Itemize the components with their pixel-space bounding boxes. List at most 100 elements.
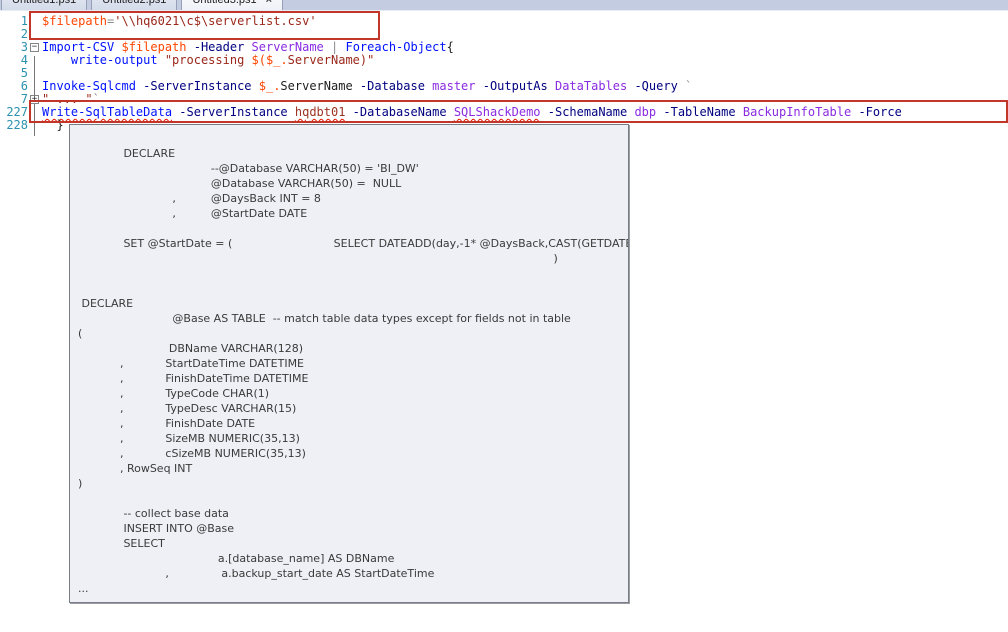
sql-line: , SizeMB NUMERIC(35,13) <box>71 432 300 445</box>
code-token: hqdbt01 <box>294 105 346 119</box>
fold-margin: + <box>28 93 42 106</box>
code-token: DataTables <box>547 79 628 93</box>
code-token: -ServerInstance <box>172 105 295 119</box>
sql-line: SET @StartDate = ( SELECT DATEADD(day,-1… <box>123 237 629 250</box>
code-token: ServerName <box>244 40 324 54</box>
code-text: Invoke-Sqlcmd -ServerInstance $_.ServerN… <box>42 80 692 93</box>
code-line[interactable]: 6 Invoke-Sqlcmd -ServerInstance $_.Server… <box>0 80 902 93</box>
tab-untitled1-ps1[interactable]: Untitled1.ps1 <box>1 0 88 10</box>
sql-line: @Base AS TABLE -- match table data types… <box>71 312 571 325</box>
code-token: $($_. <box>251 53 288 67</box>
code-token: -Header <box>186 40 245 54</box>
code-token: Foreach-Object <box>345 40 447 54</box>
code-token: BackupInfoTable <box>742 105 852 119</box>
fold-marker-collapse-icon[interactable]: − <box>30 43 39 52</box>
code-token: -TableName <box>656 105 743 119</box>
sql-line: --@Database VARCHAR(50) = 'BI_DW' <box>71 162 419 175</box>
code-token: -OutputAs <box>475 79 548 93</box>
sql-line: ( <box>71 327 83 340</box>
sql-line: SELECT <box>71 537 165 550</box>
sql-line: ) <box>71 477 83 490</box>
sql-line: , RowSeq INT <box>71 462 193 475</box>
sql-query-tooltip: DECLARE --@Database VARCHAR(50) = 'BI_DW… <box>69 124 629 603</box>
sql-line: , FinishDate DATE <box>71 417 256 430</box>
code-token: Invoke-Sqlcmd <box>42 79 136 93</box>
code-line[interactable]: 1 $filepath='\\hq6021\c$\serverlist.csv' <box>0 15 902 28</box>
fold-margin <box>28 28 42 41</box>
sql-line: -- collect base data <box>71 507 229 520</box>
code-token: master <box>424 79 476 93</box>
code-token: } <box>42 118 64 132</box>
code-token: -ServerInstance <box>135 79 252 93</box>
code-token: Write-SqlTableData <box>42 105 173 119</box>
sql-line: @Database VARCHAR(50) = NULL <box>71 177 402 190</box>
tab-label: Untitled2.ps1 <box>102 0 166 6</box>
code-token: ServerName)" <box>287 53 375 67</box>
code-token: '\\hq6021\c$\serverlist.csv' <box>114 14 317 28</box>
code-token: ` <box>92 92 100 106</box>
sql-line <box>71 281 628 296</box>
sql-query-text: DECLARE --@Database VARCHAR(50) = 'BI_DW… <box>71 146 629 596</box>
code-token: | <box>323 40 346 54</box>
tab-label: Untitled1.ps1 <box>12 0 76 6</box>
fold-margin <box>28 106 42 119</box>
code-token: -Force <box>851 105 902 119</box>
code-token: ServerName <box>280 79 353 93</box>
code-token: SQLShackDemo <box>453 105 541 119</box>
sql-line: , TypeCode CHAR(1) <box>71 387 270 400</box>
tab-bar: Untitled1.ps1 Untitled2.ps1 Untitled3.ps1 × <box>0 0 1008 11</box>
fold-margin <box>28 119 42 132</box>
code-editor[interactable]: 1 $filepath='\\hq6021\c$\serverlist.csv' 2… <box>0 11 1008 632</box>
sql-line: DBName VARCHAR(128) <box>71 342 304 355</box>
tab-strip: Untitled1.ps1 Untitled2.ps1 Untitled3.ps1 × <box>1 0 284 10</box>
code-text: Write-SqlTableData -ServerInstance hqdbt… <box>42 106 902 119</box>
sql-line <box>71 491 628 506</box>
code-token: -DatabaseName <box>345 105 454 119</box>
code-line[interactable]: 227 Write-SqlTableData -ServerInstance hq… <box>0 106 902 119</box>
code-token: -SchemaName <box>540 105 635 119</box>
sql-line: INSERT INTO @Base <box>71 522 235 535</box>
code-text: } <box>42 118 64 132</box>
sql-line: , StartDateTime DATETIME <box>71 357 305 370</box>
code-token: ` <box>677 79 693 93</box>
close-icon[interactable]: × <box>266 0 272 5</box>
code-token: -Query <box>627 79 678 93</box>
code-text: $filepath='\\hq6021\c$\serverlist.csv' <box>42 15 317 28</box>
tab-untitled3-ps1[interactable]: Untitled3.ps1 × <box>181 0 284 10</box>
sql-line <box>71 266 628 281</box>
sql-line: , FinishDateTime DATETIME <box>71 372 309 385</box>
fold-margin <box>28 54 42 67</box>
code-token: $filepath <box>42 14 108 28</box>
sql-line: , @StartDate DATE <box>71 207 308 220</box>
sql-line: , cSizeMB NUMERIC(35,13) <box>71 447 306 460</box>
code-lines: 1 $filepath='\\hq6021\c$\serverlist.csv' 2… <box>0 15 902 132</box>
fold-margin <box>28 67 42 80</box>
sql-line: DECLARE <box>71 147 176 160</box>
sql-line: ... <box>71 582 89 595</box>
fold-margin <box>28 15 42 28</box>
fold-margin <box>28 80 42 93</box>
code-token: dbp <box>634 105 657 119</box>
sql-line <box>71 221 628 236</box>
code-text: write-output "processing $($_.ServerName… <box>42 54 374 67</box>
fold-margin: − <box>28 41 42 54</box>
sql-line: ) <box>71 252 558 265</box>
sql-line: , TypeDesc VARCHAR(15) <box>71 402 297 415</box>
code-token: -Database <box>352 79 425 93</box>
sql-line: , a.backup_start_date AS StartDateTime <box>71 567 435 580</box>
sql-line: DECLARE <box>71 297 134 310</box>
code-line[interactable]: 4 write-output "processing $($_.ServerNa… <box>0 54 902 67</box>
code-token: $filepath <box>114 40 187 54</box>
line-number: 228 <box>6 118 28 132</box>
sql-line: , @DaysBack INT = 8 <box>71 192 321 205</box>
sql-line: a.[database_name] AS DBName <box>71 552 395 565</box>
code-token: { <box>446 40 454 54</box>
code-token: " ... " <box>42 92 93 106</box>
tab-label: Untitled3.ps1 <box>192 0 256 6</box>
code-token: $_. <box>251 79 281 93</box>
fold-marker-expand-icon[interactable]: + <box>30 95 39 104</box>
code-token: write-output <box>70 53 158 67</box>
code-token: Import-CSV <box>42 40 115 54</box>
tab-untitled2-ps1[interactable]: Untitled2.ps1 <box>91 0 178 10</box>
